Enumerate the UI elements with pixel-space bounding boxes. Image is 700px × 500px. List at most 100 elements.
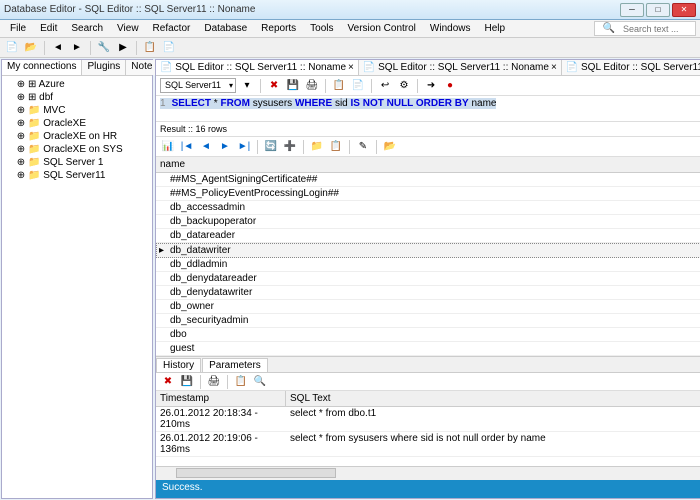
tab-note[interactable]: Note	[126, 60, 158, 75]
connection-item[interactable]: ⊕📁 SQL Server 1	[4, 156, 150, 169]
grid-header[interactable]: name	[156, 157, 700, 173]
table-row[interactable]: db_datawriter	[156, 243, 700, 258]
filter-icon[interactable]: 📁	[309, 139, 325, 155]
menu-database[interactable]: Database	[198, 22, 253, 35]
result-grid[interactable]: name ##MS_AgentSigningCertificate####MS_…	[156, 157, 700, 356]
search-input[interactable]	[623, 24, 693, 34]
edit-icon[interactable]: ✎	[355, 139, 371, 155]
history-row[interactable]: 26.01.2012 20:18:34 - 210msselect * from…	[156, 407, 700, 432]
history-row[interactable]: 26.01.2012 20:19:06 - 136msselect * from…	[156, 432, 700, 457]
hist-find-icon[interactable]: 🔍	[252, 374, 268, 390]
tool-icon[interactable]: 🔧	[96, 40, 112, 56]
wrap-icon[interactable]: ↩	[377, 78, 393, 94]
hist-copy-icon[interactable]: 📋	[233, 374, 249, 390]
hist-delete-icon[interactable]: ✖	[160, 374, 176, 390]
result-header: Result :: 16 rows	[156, 122, 700, 137]
editor-tab[interactable]: 📄 SQL Editor :: SQL Server11 :: Noname ×	[359, 60, 562, 75]
last-icon[interactable]: ►|	[236, 139, 252, 155]
connection-item[interactable]: ⊕⊞ dbf	[4, 91, 150, 104]
copy-icon[interactable]: 📋	[142, 40, 158, 56]
search-box[interactable]: 🔍	[594, 21, 696, 36]
connection-item[interactable]: ⊕📁 MVC	[4, 104, 150, 117]
connection-item[interactable]: ⊕📁 OracleXE on HR	[4, 130, 150, 143]
tab-parameters[interactable]: Parameters	[202, 358, 268, 372]
table-row[interactable]: guest	[156, 342, 700, 356]
query-toolbar: SQL Server11 ▾ ✖ 💾 🖨 📋 📄 ↩ ⚙ ➜ ●	[156, 76, 700, 96]
connection-item[interactable]: ⊕📁 SQL Server11	[4, 169, 150, 182]
main-toolbar: 📄 📂 ◄ ► 🔧 ▶ 📋 📄	[0, 38, 700, 58]
forward-icon[interactable]: ►	[69, 40, 85, 56]
paste-icon[interactable]: 📄	[161, 40, 177, 56]
tab-plugins[interactable]: Plugins	[82, 60, 126, 75]
table-row[interactable]: db_denydatareader	[156, 272, 700, 286]
status-bar: Success.	[156, 480, 700, 498]
execute-icon[interactable]: ✖	[266, 78, 282, 94]
next-icon[interactable]: ►	[217, 139, 233, 155]
history-panel: History Parameters ✖ 💾 🖨 📋 🔍 Timestamp S…	[156, 356, 700, 466]
menu-tools[interactable]: Tools	[304, 22, 339, 35]
connections-panel: My connections Plugins Note Windows list…	[1, 59, 153, 499]
table-row[interactable]: db_ddladmin	[156, 258, 700, 272]
history-table[interactable]: Timestamp SQL Text 26.01.2012 20:18:34 -…	[156, 391, 700, 466]
menu-edit[interactable]: Edit	[34, 22, 63, 35]
close-button[interactable]: ✕	[672, 3, 696, 17]
connection-combo[interactable]: SQL Server11	[160, 78, 236, 93]
table-row[interactable]: db_backupoperator	[156, 215, 700, 229]
back-icon[interactable]: ◄	[50, 40, 66, 56]
misc2-icon[interactable]: 📄	[350, 78, 366, 94]
table-row[interactable]: dbo	[156, 328, 700, 342]
table-row[interactable]: db_owner	[156, 300, 700, 314]
add-icon[interactable]: ➕	[282, 139, 298, 155]
editor-tabs: 📄 SQL Editor :: SQL Server11 :: Noname ×…	[156, 60, 700, 76]
run-icon[interactable]: ▶	[115, 40, 131, 56]
misc1-icon[interactable]: 📋	[331, 78, 347, 94]
table-row[interactable]: db_denydatawriter	[156, 286, 700, 300]
new-icon[interactable]: 📄	[4, 40, 20, 56]
result-toolbar: 📊 |◄ ◄ ► ►| 🔄 ➕ 📁 📋 ✎ 📂	[156, 137, 700, 157]
menu-windows[interactable]: Windows	[424, 22, 477, 35]
open-icon[interactable]: 📂	[23, 40, 39, 56]
sql-editor[interactable]: 1SELECT * FROM sysusers WHERE sid IS NOT…	[156, 96, 700, 122]
dropdown-icon[interactable]: ▾	[239, 78, 255, 94]
minimize-button[interactable]: ─	[620, 3, 644, 17]
table-row[interactable]: ##MS_AgentSigningCertificate##	[156, 173, 700, 187]
refresh-icon[interactable]: 🔄	[263, 139, 279, 155]
connection-item[interactable]: ⊕📁 OracleXE on SYS	[4, 143, 150, 156]
tab-history[interactable]: History	[156, 358, 201, 372]
menu-reports[interactable]: Reports	[255, 22, 302, 35]
tab-my-connections[interactable]: My connections	[2, 60, 82, 75]
editor-panel: 📄 SQL Editor :: SQL Server11 :: Noname ×…	[155, 59, 700, 499]
table-row[interactable]: db_accessadmin	[156, 201, 700, 215]
table-row[interactable]: db_datareader	[156, 229, 700, 243]
save-icon[interactable]: 💾	[285, 78, 301, 94]
config-icon[interactable]: ⚙	[396, 78, 412, 94]
maximize-button[interactable]: □	[646, 3, 670, 17]
editor-tab[interactable]: 📄 SQL Editor :: SQL Server11 :: Noname ×	[156, 60, 359, 75]
hist-save-icon[interactable]: 💾	[179, 374, 195, 390]
go-icon[interactable]: ➜	[423, 78, 439, 94]
connections-tree: ⊕⊞ Azure⊕⊞ dbf⊕📁 MVC⊕📁 OracleXE⊕📁 Oracle…	[2, 76, 152, 498]
stop-icon[interactable]: ●	[442, 78, 458, 94]
table-row[interactable]: db_securityadmin	[156, 314, 700, 328]
menu-view[interactable]: View	[111, 22, 145, 35]
menu-version-control[interactable]: Version Control	[342, 22, 422, 35]
print-icon[interactable]: 🖨	[304, 78, 320, 94]
export-icon[interactable]: 📊	[160, 139, 176, 155]
hist-col-sql[interactable]: SQL Text	[286, 391, 700, 406]
hist-col-timestamp[interactable]: Timestamp	[156, 391, 286, 406]
table-row[interactable]: ##MS_PolicyEventProcessingLogin##	[156, 187, 700, 201]
menu-file[interactable]: File	[4, 22, 32, 35]
hist-print-icon[interactable]: 🖨	[206, 374, 222, 390]
menu-refactor[interactable]: Refactor	[147, 22, 197, 35]
folder-icon[interactable]: 📂	[382, 139, 398, 155]
prev-icon[interactable]: ◄	[198, 139, 214, 155]
editor-tab[interactable]: 📄 SQL Editor :: SQL Server11 :: Noname ×	[562, 60, 700, 75]
first-icon[interactable]: |◄	[179, 139, 195, 155]
connection-item[interactable]: ⊕⊞ Azure	[4, 78, 150, 91]
sort-icon[interactable]: 📋	[328, 139, 344, 155]
horizontal-scrollbar[interactable]	[156, 466, 700, 480]
connection-item[interactable]: ⊕📁 OracleXE	[4, 117, 150, 130]
title-bar: Database Editor - SQL Editor :: SQL Serv…	[0, 0, 700, 20]
menu-help[interactable]: Help	[478, 22, 511, 35]
menu-search[interactable]: Search	[65, 22, 109, 35]
